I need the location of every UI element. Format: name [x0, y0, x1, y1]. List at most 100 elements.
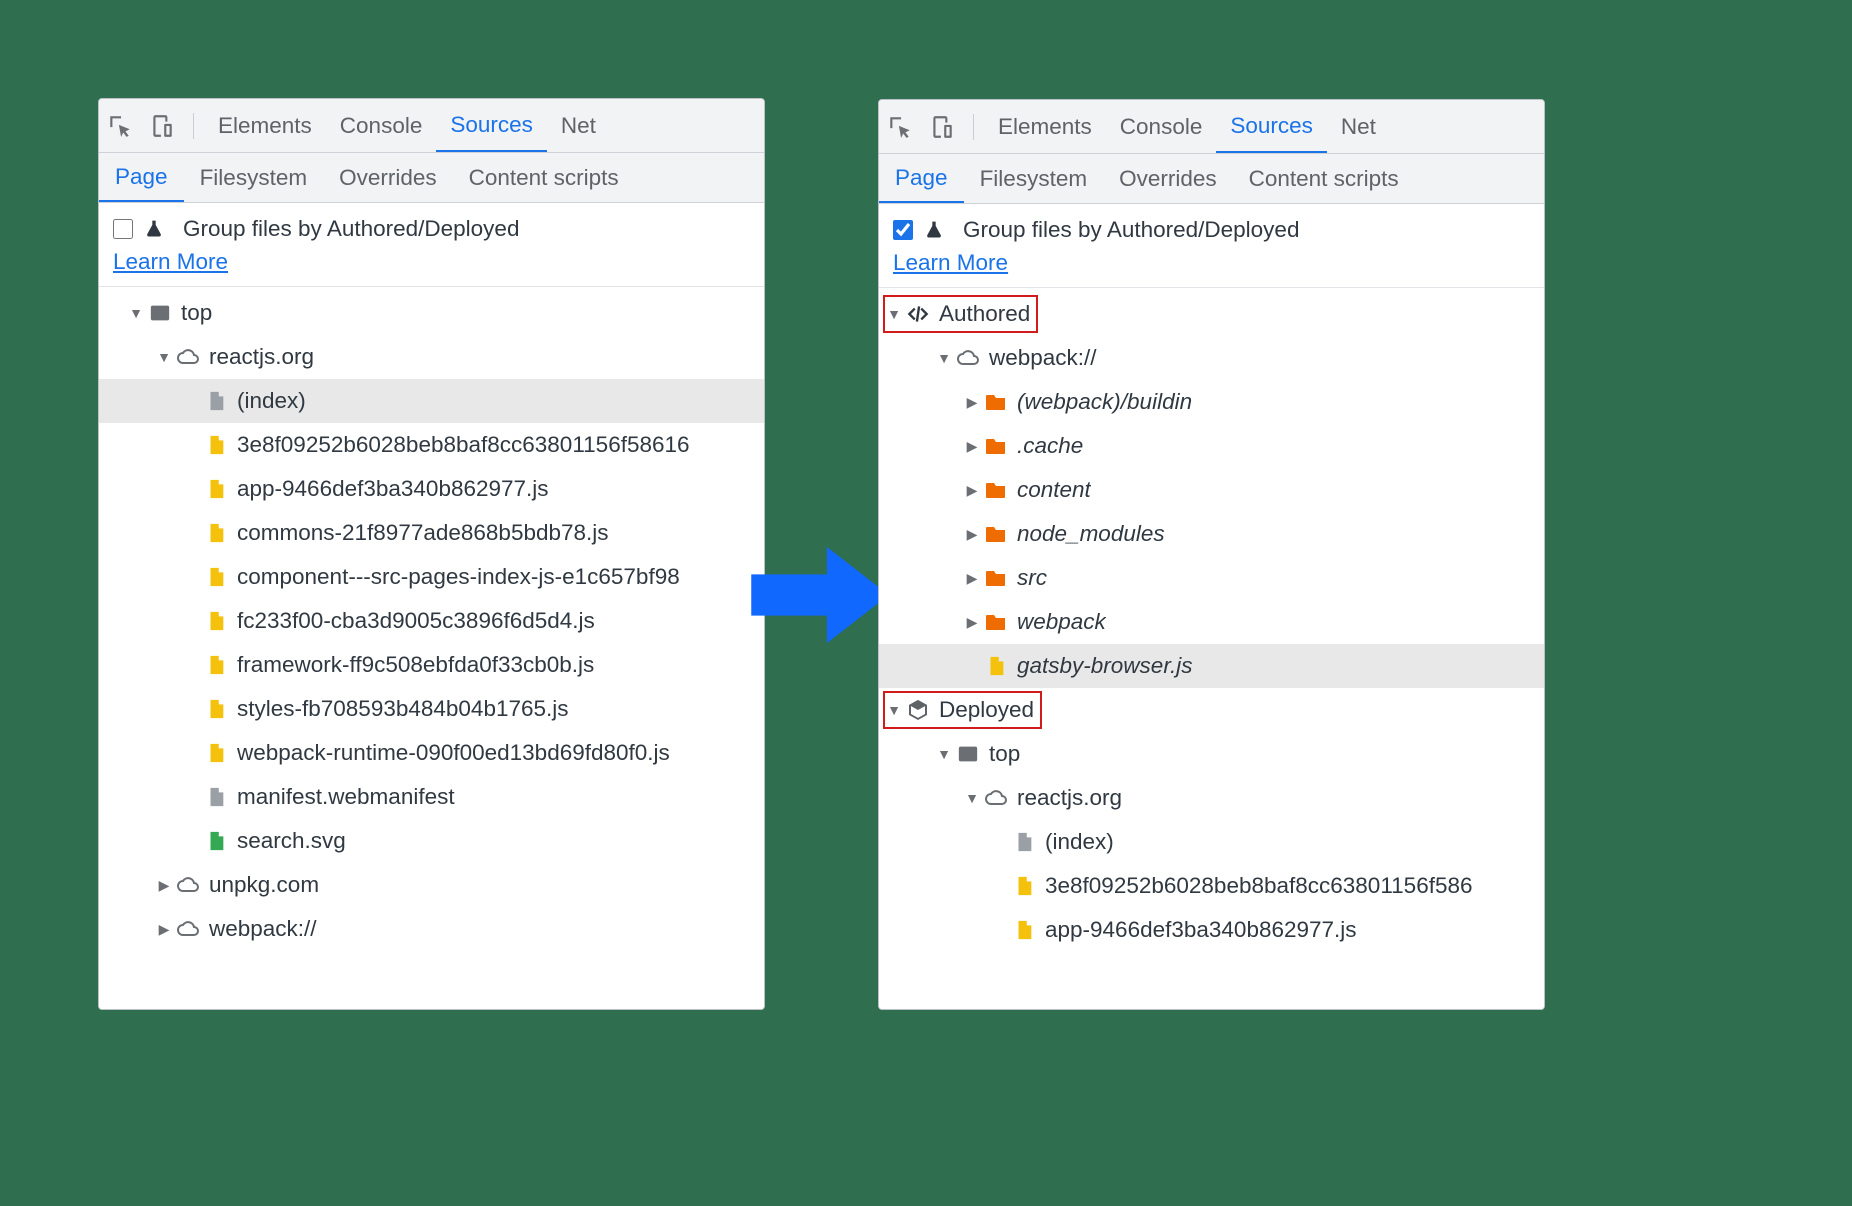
tree-file[interactable]: ▶ framework-ff9c508ebfda0f33cb0b.js	[99, 643, 764, 687]
chevron-down-icon[interactable]: ▼	[963, 789, 981, 807]
tree-folder[interactable]: ▶ node_modules	[879, 512, 1544, 556]
tree-domain[interactable]: ▶ webpack://	[99, 907, 764, 951]
file-icon	[203, 828, 229, 854]
chevron-down-icon[interactable]: ▼	[885, 701, 903, 719]
chevron-down-icon[interactable]: ▼	[155, 348, 173, 366]
frame-icon	[955, 741, 981, 767]
chevron-down-icon[interactable]: ▼	[935, 349, 953, 367]
tab-network-partial[interactable]: Net	[1327, 100, 1390, 153]
cloud-icon	[175, 344, 201, 370]
code-icon	[905, 301, 931, 327]
tree-file[interactable]: ▶ search.svg	[99, 819, 764, 863]
tree-domain[interactable]: ▼ reactjs.org	[879, 776, 1544, 820]
subtab-filesystem[interactable]: Filesystem	[184, 153, 324, 202]
file-tree-right: ▼ Authored ▼ webpack:// ▶ (webpack)/buil…	[879, 288, 1544, 1009]
tab-sources[interactable]: Sources	[1216, 101, 1327, 154]
subtab-overrides[interactable]: Overrides	[323, 153, 453, 202]
group-option-label[interactable]: Group files by Authored/Deployed	[113, 213, 748, 246]
tree-file[interactable]: ▶ 3e8f09252b6028beb8baf8cc63801156f58616	[99, 423, 764, 467]
tree-domain[interactable]: ▼ webpack://	[879, 336, 1544, 380]
tree-domain[interactable]: ▶ unpkg.com	[99, 863, 764, 907]
chevron-right-icon[interactable]: ▶	[963, 481, 981, 499]
cloud-icon	[983, 785, 1009, 811]
tree-folder[interactable]: ▶ content	[879, 468, 1544, 512]
deployed-highlight: ▼ Deployed	[883, 691, 1042, 729]
tree-deployed-group[interactable]: ▼ Deployed	[879, 688, 1544, 732]
device-toggle-icon[interactable]	[929, 114, 955, 140]
subtab-content-scripts[interactable]: Content scripts	[453, 153, 635, 202]
group-option-label[interactable]: Group files by Authored/Deployed	[893, 214, 1528, 247]
tab-elements[interactable]: Elements	[204, 99, 326, 152]
folder-icon	[983, 521, 1009, 547]
tree-folder[interactable]: ▶ webpack	[879, 600, 1544, 644]
tree-file[interactable]: ▶ component---src-pages-index-js-e1c657b…	[99, 555, 764, 599]
chevron-right-icon[interactable]: ▶	[963, 525, 981, 543]
subtab-page[interactable]: Page	[99, 154, 184, 203]
file-icon	[203, 652, 229, 678]
tree-folder[interactable]: ▶ (webpack)/buildin	[879, 380, 1544, 424]
chevron-down-icon[interactable]: ▼	[127, 304, 145, 322]
tree-folder[interactable]: ▶ src	[879, 556, 1544, 600]
sources-subtabs: Page Filesystem Overrides Content script…	[879, 154, 1544, 204]
tree-authored-group[interactable]: ▼ Authored	[879, 292, 1544, 336]
subtab-page[interactable]: Page	[879, 155, 964, 204]
inspect-icon[interactable]	[887, 114, 913, 140]
devtools-panel-right: Elements Console Sources Net Page Filesy…	[878, 99, 1545, 1010]
chevron-down-icon[interactable]: ▼	[935, 745, 953, 763]
tab-sources[interactable]: Sources	[436, 100, 547, 153]
tree-file[interactable]: ▶ fc233f00-cba3d9005c3896f6d5d4.js	[99, 599, 764, 643]
folder-icon	[983, 389, 1009, 415]
subtab-filesystem[interactable]: Filesystem	[964, 154, 1104, 203]
cloud-icon	[955, 345, 981, 371]
file-icon	[203, 476, 229, 502]
cloud-icon	[175, 916, 201, 942]
tree-file[interactable]: ▶ manifest.webmanifest	[99, 775, 764, 819]
devtools-panel-left: Elements Console Sources Net Page Filesy…	[98, 98, 765, 1010]
group-option-checkbox[interactable]	[893, 220, 913, 240]
subtab-content-scripts[interactable]: Content scripts	[1233, 154, 1415, 203]
file-icon	[983, 653, 1009, 679]
chevron-right-icon[interactable]: ▶	[963, 393, 981, 411]
tree-file[interactable]: ▶ (index)	[879, 820, 1544, 864]
chevron-right-icon[interactable]: ▶	[155, 876, 173, 894]
tree-file[interactable]: ▶ app-9466def3ba340b862977.js	[879, 908, 1544, 952]
chevron-right-icon[interactable]: ▶	[963, 613, 981, 631]
folder-icon	[983, 609, 1009, 635]
file-icon	[203, 432, 229, 458]
chevron-right-icon[interactable]: ▶	[963, 437, 981, 455]
tree-file[interactable]: ▶ app-9466def3ba340b862977.js	[99, 467, 764, 511]
tree-top[interactable]: ▼ top	[99, 291, 764, 335]
learn-more-link[interactable]: Learn More	[893, 250, 1008, 275]
chevron-right-icon[interactable]: ▶	[155, 920, 173, 938]
folder-icon	[983, 433, 1009, 459]
device-toggle-icon[interactable]	[149, 113, 175, 139]
tree-file[interactable]: ▶ webpack-runtime-090f00ed13bd69fd80f0.j…	[99, 731, 764, 775]
tab-console[interactable]: Console	[1106, 100, 1217, 153]
file-icon	[203, 740, 229, 766]
tree-file[interactable]: ▶ styles-fb708593b484b04b1765.js	[99, 687, 764, 731]
learn-more-link[interactable]: Learn More	[113, 249, 228, 274]
subtab-overrides[interactable]: Overrides	[1103, 154, 1233, 203]
tab-elements[interactable]: Elements	[984, 100, 1106, 153]
authored-highlight: ▼ Authored	[883, 295, 1038, 333]
tree-file[interactable]: ▶ gatsby-browser.js	[879, 644, 1544, 688]
file-icon	[1011, 829, 1037, 855]
inspect-icon[interactable]	[107, 113, 133, 139]
frame-icon	[147, 300, 173, 326]
tree-file[interactable]: ▶ commons-21f8977ade868b5bdb78.js	[99, 511, 764, 555]
cube-icon	[905, 697, 931, 723]
tree-domain[interactable]: ▼ reactjs.org	[99, 335, 764, 379]
group-option-row: Group files by Authored/Deployed Learn M…	[879, 204, 1544, 288]
sources-subtabs: Page Filesystem Overrides Content script…	[99, 153, 764, 203]
tab-network-partial[interactable]: Net	[547, 99, 610, 152]
group-option-checkbox[interactable]	[113, 219, 133, 239]
chevron-down-icon[interactable]: ▼	[885, 305, 903, 323]
tab-console[interactable]: Console	[326, 99, 437, 152]
tree-folder[interactable]: ▶ .cache	[879, 424, 1544, 468]
main-tabbar: Elements Console Sources Net	[879, 100, 1544, 154]
tree-top[interactable]: ▼ top	[879, 732, 1544, 776]
tree-file[interactable]: ▶ 3e8f09252b6028beb8baf8cc63801156f586	[879, 864, 1544, 908]
tree-file[interactable]: ▶ (index)	[99, 379, 764, 423]
chevron-right-icon[interactable]: ▶	[963, 569, 981, 587]
folder-icon	[983, 477, 1009, 503]
